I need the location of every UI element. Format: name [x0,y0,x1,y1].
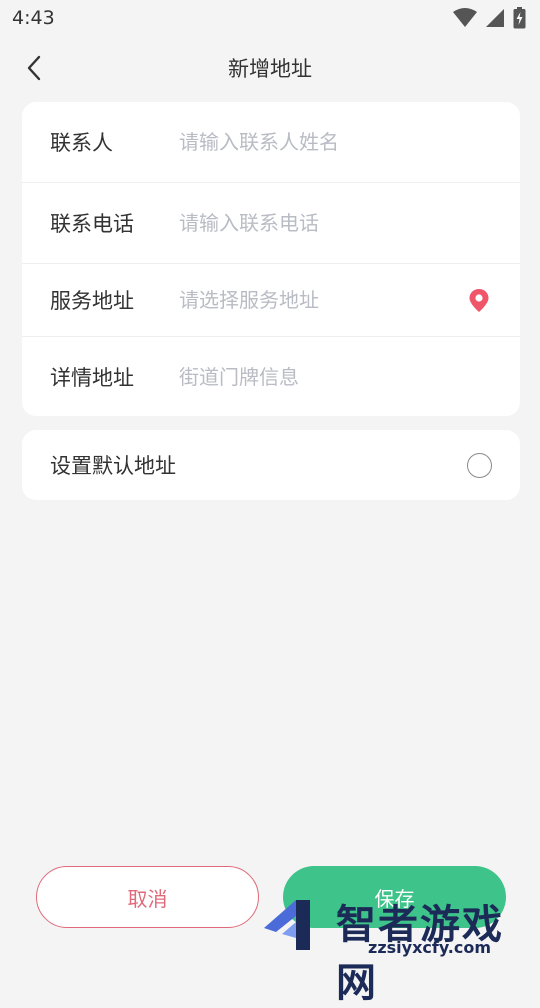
contact-phone-input[interactable] [179,211,492,235]
detail-address-row: 详情地址 [22,336,520,416]
default-address-label: 设置默认地址 [50,454,176,478]
detail-address-input[interactable] [179,364,492,389]
contact-phone-label: 联系电话 [50,212,134,236]
location-pin-icon[interactable] [466,287,492,313]
battery-icon [513,7,526,29]
radio-unchecked-icon[interactable] [467,452,492,478]
cancel-button[interactable]: 取消 [36,866,259,928]
signal-icon [486,9,504,27]
status-icons [453,7,526,29]
watermark: 智者游戏网 zzsiyxcfy.com [258,888,540,1006]
back-button[interactable] [14,48,54,88]
detail-address-label: 详情地址 [50,365,134,390]
top-app-bar: 新增地址 [0,40,540,96]
page-title: 新增地址 [228,57,312,81]
contact-name-input[interactable] [179,130,492,154]
back-arrow-icon [27,55,41,81]
contact-name-label: 联系人 [50,131,113,155]
watermark-logo-icon [264,900,310,950]
service-address-label: 服务地址 [50,289,134,313]
service-address-row[interactable]: 服务地址 [22,263,520,336]
contact-phone-row: 联系电话 [22,182,520,263]
status-time: 4:43 [12,7,55,29]
status-bar: 4:43 [0,0,540,36]
wifi-icon [453,8,477,27]
service-address-input[interactable] [179,288,458,312]
default-address-card[interactable]: 设置默认地址 [22,430,520,500]
watermark-url: zzsiyxcfy.com [368,938,492,957]
contact-name-row: 联系人 [22,102,520,182]
address-form-card: 联系人 联系电话 服务地址 详情地址 [22,102,520,416]
